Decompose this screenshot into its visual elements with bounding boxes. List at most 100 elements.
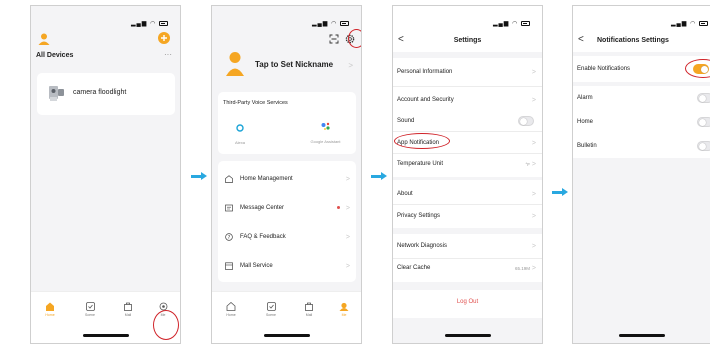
alarm-toggle[interactable] <box>697 93 710 103</box>
google-assistant-icon <box>321 122 330 130</box>
chevron-right-icon: > <box>531 242 536 250</box>
row-personal-information[interactable]: Personal Information > <box>393 58 542 86</box>
menu-label: Home Management <box>240 176 293 182</box>
more-button[interactable]: ··· <box>164 50 172 59</box>
google-assistant-button[interactable]: Google Assistant <box>298 118 353 144</box>
chevron-right-icon: > <box>531 212 536 220</box>
tab-scene[interactable]: Scene <box>256 302 286 317</box>
row-label: About <box>397 191 413 197</box>
temp-value: °F <box>525 161 530 167</box>
menu-label: Message Center <box>240 205 285 211</box>
tab-home[interactable]: Home <box>35 302 65 317</box>
chevron-right-icon: > <box>531 190 536 198</box>
tab-scene-label: Scene <box>266 313 276 317</box>
screen-me: ▂▄▆ ◠ Tap to Set Nickname > Third-Party … <box>211 5 362 344</box>
page-title: Settings <box>453 37 482 44</box>
chevron-right-icon: > <box>345 204 350 212</box>
arrow-1 <box>191 172 207 180</box>
home-toggle[interactable] <box>697 117 710 127</box>
row-label: Sound <box>397 118 415 124</box>
tab-bar: Home Scene Mall Me <box>212 291 361 343</box>
menu-label: Mall Service <box>240 263 273 269</box>
row-clear-cache[interactable]: Clear Cache 65.19M > <box>393 254 542 282</box>
chevron-right-icon: > <box>345 175 350 183</box>
profile-row[interactable]: Tap to Set Nickname > <box>212 52 361 82</box>
google-assistant-label: Google Assistant <box>310 139 341 144</box>
section-title: All Devices <box>36 52 74 59</box>
home-indicator <box>618 334 665 337</box>
chevron-right-icon: > <box>531 96 536 104</box>
status-bar: ▂▄▆ ◠ <box>671 20 708 27</box>
menu-label: FAQ & Feedback <box>240 234 286 240</box>
add-icon[interactable] <box>158 32 170 44</box>
status-bar: ▂▄▆ ◠ <box>493 20 530 27</box>
me-menu: Home Management > Message Center > ? FAQ… <box>218 161 356 282</box>
tab-scene[interactable]: Scene <box>75 302 105 317</box>
me-icon <box>339 302 349 311</box>
tab-home-label: Home <box>226 313 236 317</box>
alexa-label: Alexa <box>234 140 245 145</box>
device-name: camera floodlight <box>73 89 127 96</box>
tab-mall-label: Mall <box>124 313 132 317</box>
tab-home[interactable]: Home <box>216 302 246 317</box>
device-card[interactable]: camera floodlight <box>37 73 175 115</box>
chevron-right-icon: > <box>531 160 536 168</box>
home-indicator <box>263 334 310 337</box>
back-icon[interactable]: < <box>578 34 584 45</box>
page-title: Notifications Settings <box>597 37 669 44</box>
row-label: Home <box>577 119 594 125</box>
screen-settings: ▂▄▆ ◠ < Settings Personal Information > … <box>392 5 543 344</box>
tab-mall-label: Mall <box>305 313 313 317</box>
tab-me[interactable]: Me <box>329 302 359 317</box>
chevron-right-icon: > <box>345 262 350 270</box>
scene-icon <box>266 302 276 311</box>
arrow-2 <box>371 172 387 180</box>
row-label: Clear Cache <box>397 265 431 271</box>
menu-mall-service[interactable]: Mall Service > <box>218 252 356 280</box>
highlight-settings <box>348 29 361 48</box>
alexa-button[interactable]: Alexa <box>228 119 252 145</box>
chevron-right-icon: > <box>345 233 350 241</box>
row-alarm: Alarm <box>573 86 710 110</box>
tab-mall[interactable]: Mall <box>113 302 143 317</box>
mall-icon <box>124 302 132 311</box>
sound-toggle[interactable] <box>518 116 534 126</box>
cache-size: 65.19M <box>514 265 530 271</box>
camera-icon <box>49 86 64 101</box>
house-icon <box>225 175 233 183</box>
row-label: Alarm <box>577 95 593 101</box>
row-label: Personal Information <box>397 69 453 75</box>
row-label: Network Diagnosis <box>397 243 448 249</box>
screen-notifications: ▂▄▆ ◠ < Notifications Settings Enable No… <box>572 5 710 344</box>
highlight-app-notification <box>394 133 450 149</box>
nav-bar <box>393 6 542 52</box>
row-label: Bulletin <box>577 143 597 149</box>
menu-home-management[interactable]: Home Management > <box>218 165 356 193</box>
chevron-right-icon: > <box>531 264 536 272</box>
tab-me-label: Me <box>341 313 347 317</box>
unread-dot <box>337 206 340 209</box>
status-bar: ▂▄▆ ◠ <box>131 20 168 27</box>
voice-title: Third-Party Voice Services <box>223 100 288 106</box>
row-privacy-settings[interactable]: Privacy Settings > <box>393 202 542 230</box>
avatar-icon[interactable] <box>38 33 50 45</box>
row-bulletin: Bulletin <box>573 134 710 158</box>
nav-bar <box>573 6 710 52</box>
arrow-3 <box>552 188 568 196</box>
row-home: Home <box>573 110 710 134</box>
menu-message-center[interactable]: Message Center > <box>218 194 356 222</box>
logout-button[interactable]: Log Out <box>393 299 542 305</box>
alexa-icon <box>236 124 244 132</box>
store-icon <box>225 262 233 270</box>
bulletin-toggle[interactable] <box>697 141 710 151</box>
battery-icon <box>159 20 168 26</box>
battery-icon <box>521 20 530 26</box>
nickname: Tap to Set Nickname <box>255 60 334 69</box>
row-label: Enable Notifications <box>577 66 631 72</box>
menu-faq-feedback[interactable]: ? FAQ & Feedback > <box>218 223 356 251</box>
tab-mall[interactable]: Mall <box>294 302 324 317</box>
row-label: Temperature Unit <box>397 161 444 167</box>
row-temperature-unit[interactable]: Temperature Unit °F > <box>393 150 542 178</box>
chevron-right-icon: > <box>531 139 536 147</box>
scan-icon[interactable] <box>329 34 339 44</box>
